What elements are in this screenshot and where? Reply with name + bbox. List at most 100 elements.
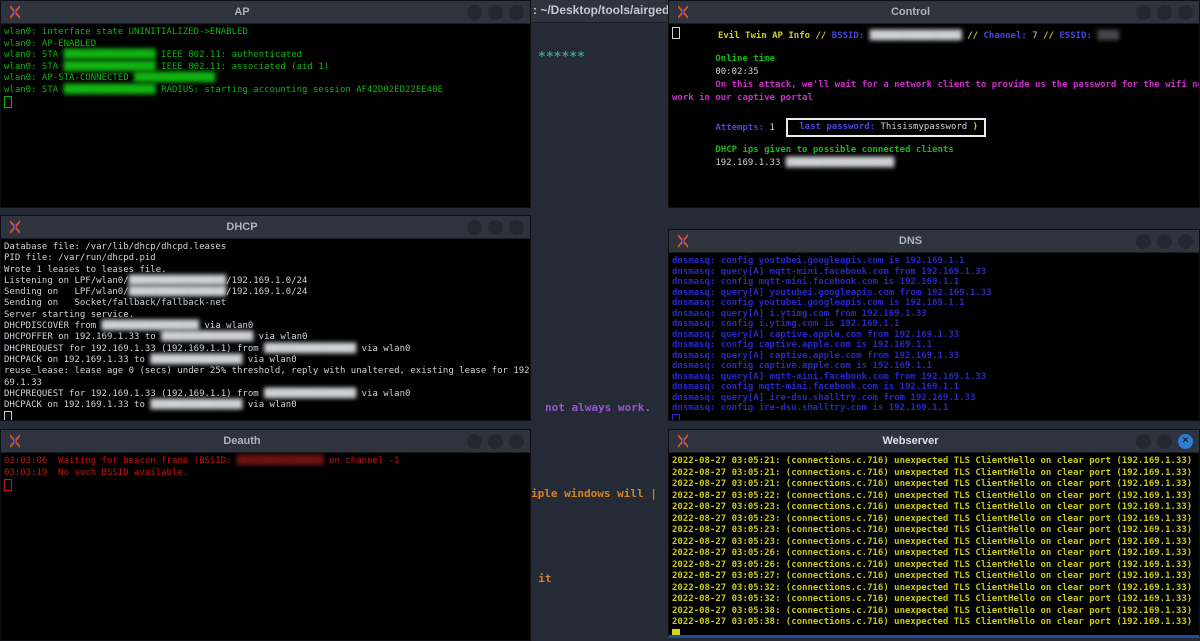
xterm-icon [675, 233, 691, 249]
terminal-line: dnsmasq: config mqtt-mini.facebook.com i… [672, 277, 1196, 288]
terminal-line [672, 629, 1196, 636]
terminal-line: Attempts: 1 last password: Thisismypassw… [672, 118, 1196, 131]
terminal-text: Sending on LPF/wlan0/ [4, 287, 129, 297]
terminal-line: dnsmasq: config captive.apple.com is 192… [672, 340, 1196, 351]
terminal-text: Evil Twin AP Info [718, 31, 816, 41]
terminal-text: via wlan0 [253, 332, 307, 342]
minimize-button[interactable] [1136, 234, 1151, 249]
terminal-output-deauth[interactable]: 03:03:06 Waiting for beacon frame (BSSID… [1, 453, 530, 640]
desktop: : ~/Desktop/tools/airgeddo ****** not al… [0, 0, 1200, 641]
minimize-button[interactable] [1136, 5, 1151, 20]
terminal-cursor [4, 479, 12, 491]
terminal-line: DHCPACK on 192.169.1.33 to █████████████… [4, 400, 527, 411]
window-deauth: Deauth 03:03:06 Waiting for beacon frame… [0, 429, 531, 641]
close-button[interactable]: ✕ [1178, 434, 1193, 449]
terminal-text: 1 [770, 123, 786, 133]
terminal-line: DHCPREQUEST for 192.169.1.33 (192.169.1.… [4, 344, 527, 355]
terminal-line: wlan0: STA █████████████████ IEEE 802.11… [4, 50, 527, 62]
terminal-line: dnsmasq: config captive.apple.com is 192… [672, 361, 1196, 372]
terminal-text: Database file: /var/lib/dhcp/dhcpd.lease… [4, 242, 226, 252]
terminal-line: 2022-08-27 03:05:27: (connections.c.716)… [672, 571, 1196, 583]
minimize-button[interactable] [467, 434, 482, 449]
terminal-output-ap[interactable]: wlan0: interface state UNINITIALIZED->EN… [1, 24, 530, 207]
terminal-text: 2022-08-27 03:05:21: (connections.c.716)… [672, 479, 1192, 489]
terminal-text: wlan0: STA [4, 62, 64, 72]
minimize-button[interactable] [467, 5, 482, 20]
xterm-icon [7, 4, 23, 20]
window-dhcp-titlebar[interactable]: DHCP [1, 216, 530, 239]
terminal-line: 69.1.33 [4, 378, 527, 389]
minimize-button[interactable] [467, 220, 482, 235]
window-deauth-titlebar[interactable]: Deauth [1, 430, 530, 453]
window-webserver-titlebar[interactable]: Webserver ✕ [669, 430, 1199, 453]
terminal-text: RADIUS: starting accounting session AF42… [161, 85, 443, 95]
terminal-text: dnsmasq: query[A] mqtt-mini.facebook.com… [672, 372, 986, 382]
terminal-text: 7 [1032, 31, 1043, 41]
terminal-line: 2022-08-27 03:05:23: (connections.c.716)… [672, 502, 1196, 514]
terminal-text: DHCPREQUEST for 192.169.1.33 (192.169.1.… [4, 389, 264, 399]
terminal-text: 2022-08-27 03:05:38: (connections.c.716)… [672, 617, 1192, 627]
terminal-text: dnsmasq: config ire-dsu.shalltry.com is … [672, 403, 948, 413]
terminal-text [672, 80, 715, 90]
terminal-output-dhcp[interactable]: Database file: /var/lib/dhcp/dhcpd.lease… [1, 239, 530, 420]
redacted-text: ████████████████████ [786, 158, 894, 168]
maximize-button[interactable] [488, 434, 503, 449]
terminal-text: reuse_lease: lease age 0 (secs) under 25… [4, 366, 530, 376]
terminal-line [4, 479, 527, 491]
close-button[interactable] [509, 5, 524, 20]
terminal-line: 03:03:06 Waiting for beacon frame (BSSID… [4, 456, 527, 468]
maximize-button[interactable] [488, 220, 503, 235]
terminal-line: dnsmasq: query[A] captive.apple.com from… [672, 330, 1196, 341]
terminal-text: Sending on Socket/fallback/fallback-net [4, 298, 226, 308]
window-title: AP [23, 6, 461, 18]
terminal-text: 2022-08-27 03:05:21: (connections.c.716)… [672, 468, 1192, 478]
terminal-line: 2022-08-27 03:05:32: (connections.c.716)… [672, 583, 1196, 595]
close-button[interactable] [509, 434, 524, 449]
terminal-line: On this attack, we'll wait for a network… [672, 79, 1196, 92]
window-buttons [461, 5, 524, 20]
terminal-text: /192.169.1.0/24 [226, 276, 307, 286]
terminal-text: 2022-08-27 03:05:27: (connections.c.716)… [672, 571, 1192, 581]
maximize-button[interactable] [1157, 234, 1172, 249]
terminal-line: Wrote 1 leases to leases file. [4, 265, 527, 276]
terminal-line: Sending on Socket/fallback/fallback-net [4, 298, 527, 309]
terminal-line: wlan0: AP-ENABLED [4, 39, 527, 51]
redacted-text: █████████████████ [161, 332, 253, 342]
maximize-button[interactable] [488, 5, 503, 20]
terminal-text: 2022-08-27 03:05:23: (connections.c.716)… [672, 502, 1192, 512]
terminal-text: wlan0: STA [4, 50, 64, 60]
window-ap-titlebar[interactable]: AP [1, 1, 530, 24]
window-title: Webserver [691, 435, 1130, 447]
terminal-text: Server starting service. [4, 310, 134, 320]
terminal-line: DHCPDISCOVER from ██████████████████ via… [4, 321, 527, 332]
redacted-text: Channel: [984, 31, 1033, 41]
redacted-text: █████████████████ [264, 344, 356, 354]
close-button[interactable] [1178, 234, 1193, 249]
terminal-output-webserver[interactable]: 2022-08-27 03:05:21: (connections.c.716)… [669, 453, 1199, 635]
terminal-output-dns[interactable]: dnsmasq: config youtubei.googleapis.com … [669, 253, 1199, 420]
terminal-line: DHCPACK on 192.169.1.33 to █████████████… [4, 355, 527, 366]
terminal-text: Online time [715, 54, 775, 64]
close-button[interactable] [1178, 5, 1193, 20]
terminal-output-control[interactable]: Evil Twin AP Info // BSSID: ████████████… [669, 24, 1199, 207]
terminal-text: 192.169.1.33 [672, 158, 786, 168]
terminal-text: dnsmasq: config youtubei.googleapis.com … [672, 256, 965, 266]
window-dns-titlebar[interactable]: DNS [669, 230, 1199, 253]
terminal-line: 2022-08-27 03:05:38: (connections.c.716)… [672, 617, 1196, 629]
terminal-text [672, 54, 715, 64]
terminal-line: dnsmasq: query[A] ire-dsu.shalltry.com f… [672, 393, 1196, 404]
terminal-text: 2022-08-27 03:05:23: (connections.c.716)… [672, 525, 1192, 535]
terminal-line: Sending on LPF/wlan0/██████████████████/… [4, 287, 527, 298]
terminal-text: DHCP ips given to possible connected cli… [715, 145, 953, 155]
terminal-line: dnsmasq: query[A] mqtt-mini.facebook.com… [672, 372, 1196, 383]
close-button[interactable] [509, 220, 524, 235]
window-control-titlebar[interactable]: Control [669, 1, 1199, 24]
redacted-text: █████████████████ [64, 50, 156, 60]
redacted-text: ██████████████████ [102, 321, 200, 331]
maximize-button[interactable] [1157, 434, 1172, 449]
redacted-text: ESSID: [1059, 31, 1097, 41]
window-buttons [461, 220, 524, 235]
minimize-button[interactable] [1136, 434, 1151, 449]
terminal-line: Evil Twin AP Info // BSSID: ████████████… [672, 27, 1196, 40]
maximize-button[interactable] [1157, 5, 1172, 20]
